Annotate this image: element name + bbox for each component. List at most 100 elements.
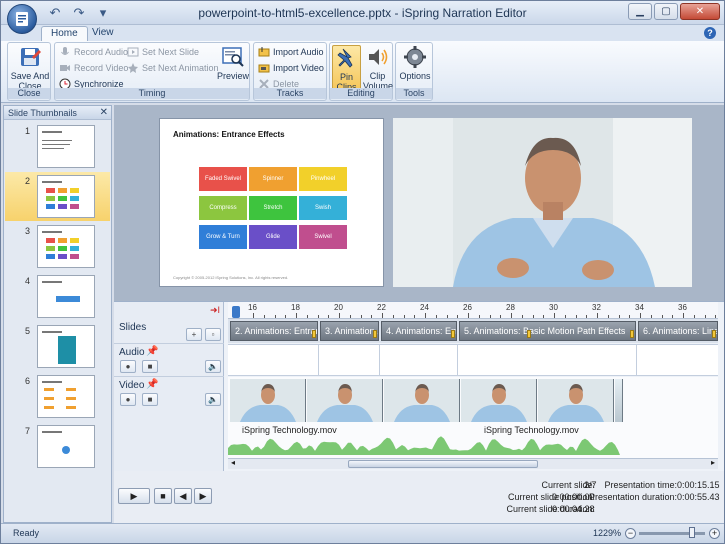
stop-button[interactable]: ■ (154, 488, 172, 504)
slide-segment[interactable]: 2. Animations: Entran... (230, 321, 318, 341)
slide-marker-handle[interactable] (373, 330, 377, 338)
slide-marker-handle[interactable] (630, 330, 634, 338)
status-text: Ready (13, 528, 40, 538)
ruler-tick (435, 315, 437, 318)
import-video-button[interactable]: Import Video (258, 61, 324, 75)
slide-thumbnail[interactable]: 4 (5, 272, 110, 321)
video-stop-button[interactable]: ■ (142, 393, 158, 406)
slide-thumbnail-image (37, 175, 95, 218)
timeline-scrollbar[interactable]: ◂ ▸ (228, 458, 718, 469)
timeline-ruler[interactable]: 16 18 20 22 24 26 28 30 32 34 36 (228, 302, 718, 319)
tab-view[interactable]: View (83, 26, 123, 41)
video-volume-button[interactable]: 🔈 (205, 393, 221, 406)
import-audio-button[interactable]: Import Audio (258, 45, 324, 59)
add-slide-marker-button[interactable]: + (186, 328, 202, 341)
slide-thumbnail[interactable]: 5 (5, 322, 110, 371)
ruler-tick (328, 315, 330, 318)
audio-volume-button[interactable]: 🔈 (205, 360, 221, 373)
clip-volume-button[interactable]: Clip Volume (363, 45, 393, 91)
slide-marker-handle[interactable] (712, 330, 716, 338)
slide-thumbnail[interactable]: 2 (5, 172, 110, 221)
audio-stop-button[interactable]: ■ (142, 360, 158, 373)
slide-thumbnails-title: Slide Thumbnails (8, 108, 77, 118)
close-button[interactable]: ✕ (680, 3, 720, 20)
import-audio-icon (258, 47, 270, 57)
scroll-right-icon[interactable]: ▸ (711, 458, 715, 467)
ruler-tick (274, 315, 276, 318)
slide-thumbnail[interactable]: 1 (5, 122, 110, 171)
audio-record-button[interactable]: ● (120, 360, 136, 373)
slide-thumbnail[interactable]: 6 (5, 372, 110, 421)
insert-marker-icon[interactable]: ➜I (210, 305, 220, 316)
set-next-slide-button[interactable]: Set Next Slide (127, 45, 199, 59)
animation-marker-handle[interactable] (527, 330, 531, 338)
ruler-tick (317, 315, 319, 318)
zoom-slider-track[interactable] (639, 532, 705, 535)
slide-title: Animations: Entrance Effects (173, 130, 285, 139)
zoom-out-button[interactable]: − (625, 528, 636, 539)
slide-footer: Copyright © 2005-2012 iSpring Solutions,… (173, 275, 289, 280)
slide-thumbnail[interactable]: 3 (5, 222, 110, 271)
effect-box: Faded Swivel (199, 167, 247, 191)
ruler-tick (629, 315, 631, 318)
ruler-tick (500, 315, 502, 318)
ruler-tick-label: 36 (678, 303, 687, 312)
ruler-tick (468, 313, 469, 318)
video-record-button[interactable]: ● (120, 393, 136, 406)
save-icon (21, 48, 41, 66)
set-next-animation-button[interactable]: Set Next Animation (127, 61, 219, 75)
slide-segment[interactable]: 5. Animations: Basic Motion Path Effects (459, 321, 636, 341)
ruler-tick-label: 34 (635, 303, 644, 312)
group-close-label: Close (8, 88, 50, 99)
effect-box: Swivel (299, 225, 347, 249)
ribbon: Save And Close Close Record Audio Record… (1, 41, 724, 103)
playhead-handle[interactable] (232, 306, 240, 318)
slide-segment[interactable]: 3. Animation... (320, 321, 379, 341)
audio-pin-icon[interactable]: 📌 (146, 346, 158, 357)
group-tools: Options Tools (395, 42, 433, 101)
record-video-button[interactable]: Record Video (59, 61, 128, 75)
previous-slide-button[interactable]: ◀ (174, 488, 192, 504)
ruler-tick (306, 315, 308, 318)
ruler-tick (425, 313, 426, 318)
ruler-tick-label: 32 (592, 303, 601, 312)
close-panel-icon[interactable]: ✕ (100, 106, 108, 120)
audio-track[interactable] (228, 344, 718, 376)
slide-segment[interactable]: 6. Animations: Line (638, 321, 718, 341)
video-track[interactable]: iSpring Technology.mov iSpring Technolog… (228, 377, 718, 459)
record-audio-button[interactable]: Record Audio (59, 45, 128, 59)
slide-marker-handle[interactable] (451, 330, 455, 338)
zoom-slider-knob[interactable] (689, 527, 695, 538)
pin-clips-button[interactable]: Pin Clips (332, 45, 361, 92)
options-label: Options (399, 71, 431, 81)
slide-segment[interactable]: 4. Animations: Em... (381, 321, 457, 341)
preview-label: Preview (217, 71, 250, 81)
save-and-close-button[interactable]: Save And Close (10, 45, 50, 91)
ruler-tick (683, 313, 684, 318)
slide-thumbnail-number: 3 (25, 226, 31, 236)
ruler-tick (521, 315, 523, 318)
video-pin-icon[interactable]: 📌 (146, 379, 158, 390)
current-slide-duration-value: 0:00:04.28 (552, 504, 595, 514)
help-icon[interactable]: ? (704, 27, 716, 39)
set-next-animation-label: Set Next Animation (142, 63, 219, 73)
tab-home[interactable]: Home (41, 26, 88, 41)
options-button[interactable]: Options (398, 45, 432, 81)
slide-thumbnail-image (37, 325, 95, 368)
zoom-in-button[interactable]: + (709, 528, 720, 539)
next-slide-button[interactable]: ▶ (194, 488, 212, 504)
scroll-left-icon[interactable]: ◂ (231, 458, 235, 467)
group-tracks-label: Tracks (254, 88, 326, 99)
preview-button[interactable]: Preview (217, 45, 249, 81)
scrollbar-thumb[interactable] (348, 460, 538, 468)
minimize-button[interactable]: ▁ (628, 3, 652, 20)
slide-marker-handle[interactable] (312, 330, 316, 338)
slide-settings-button[interactable]: ▫ (205, 328, 221, 341)
slide-thumbnail[interactable]: 7 (5, 422, 110, 471)
slide-thumbnail-number: 6 (25, 376, 31, 386)
play-button[interactable]: ▶ (118, 488, 150, 504)
effect-box: Grow & Turn (199, 225, 247, 249)
ruler-tick (489, 315, 491, 318)
maximize-button[interactable]: ▢ (654, 3, 678, 20)
app-menu-icon[interactable] (7, 4, 37, 34)
